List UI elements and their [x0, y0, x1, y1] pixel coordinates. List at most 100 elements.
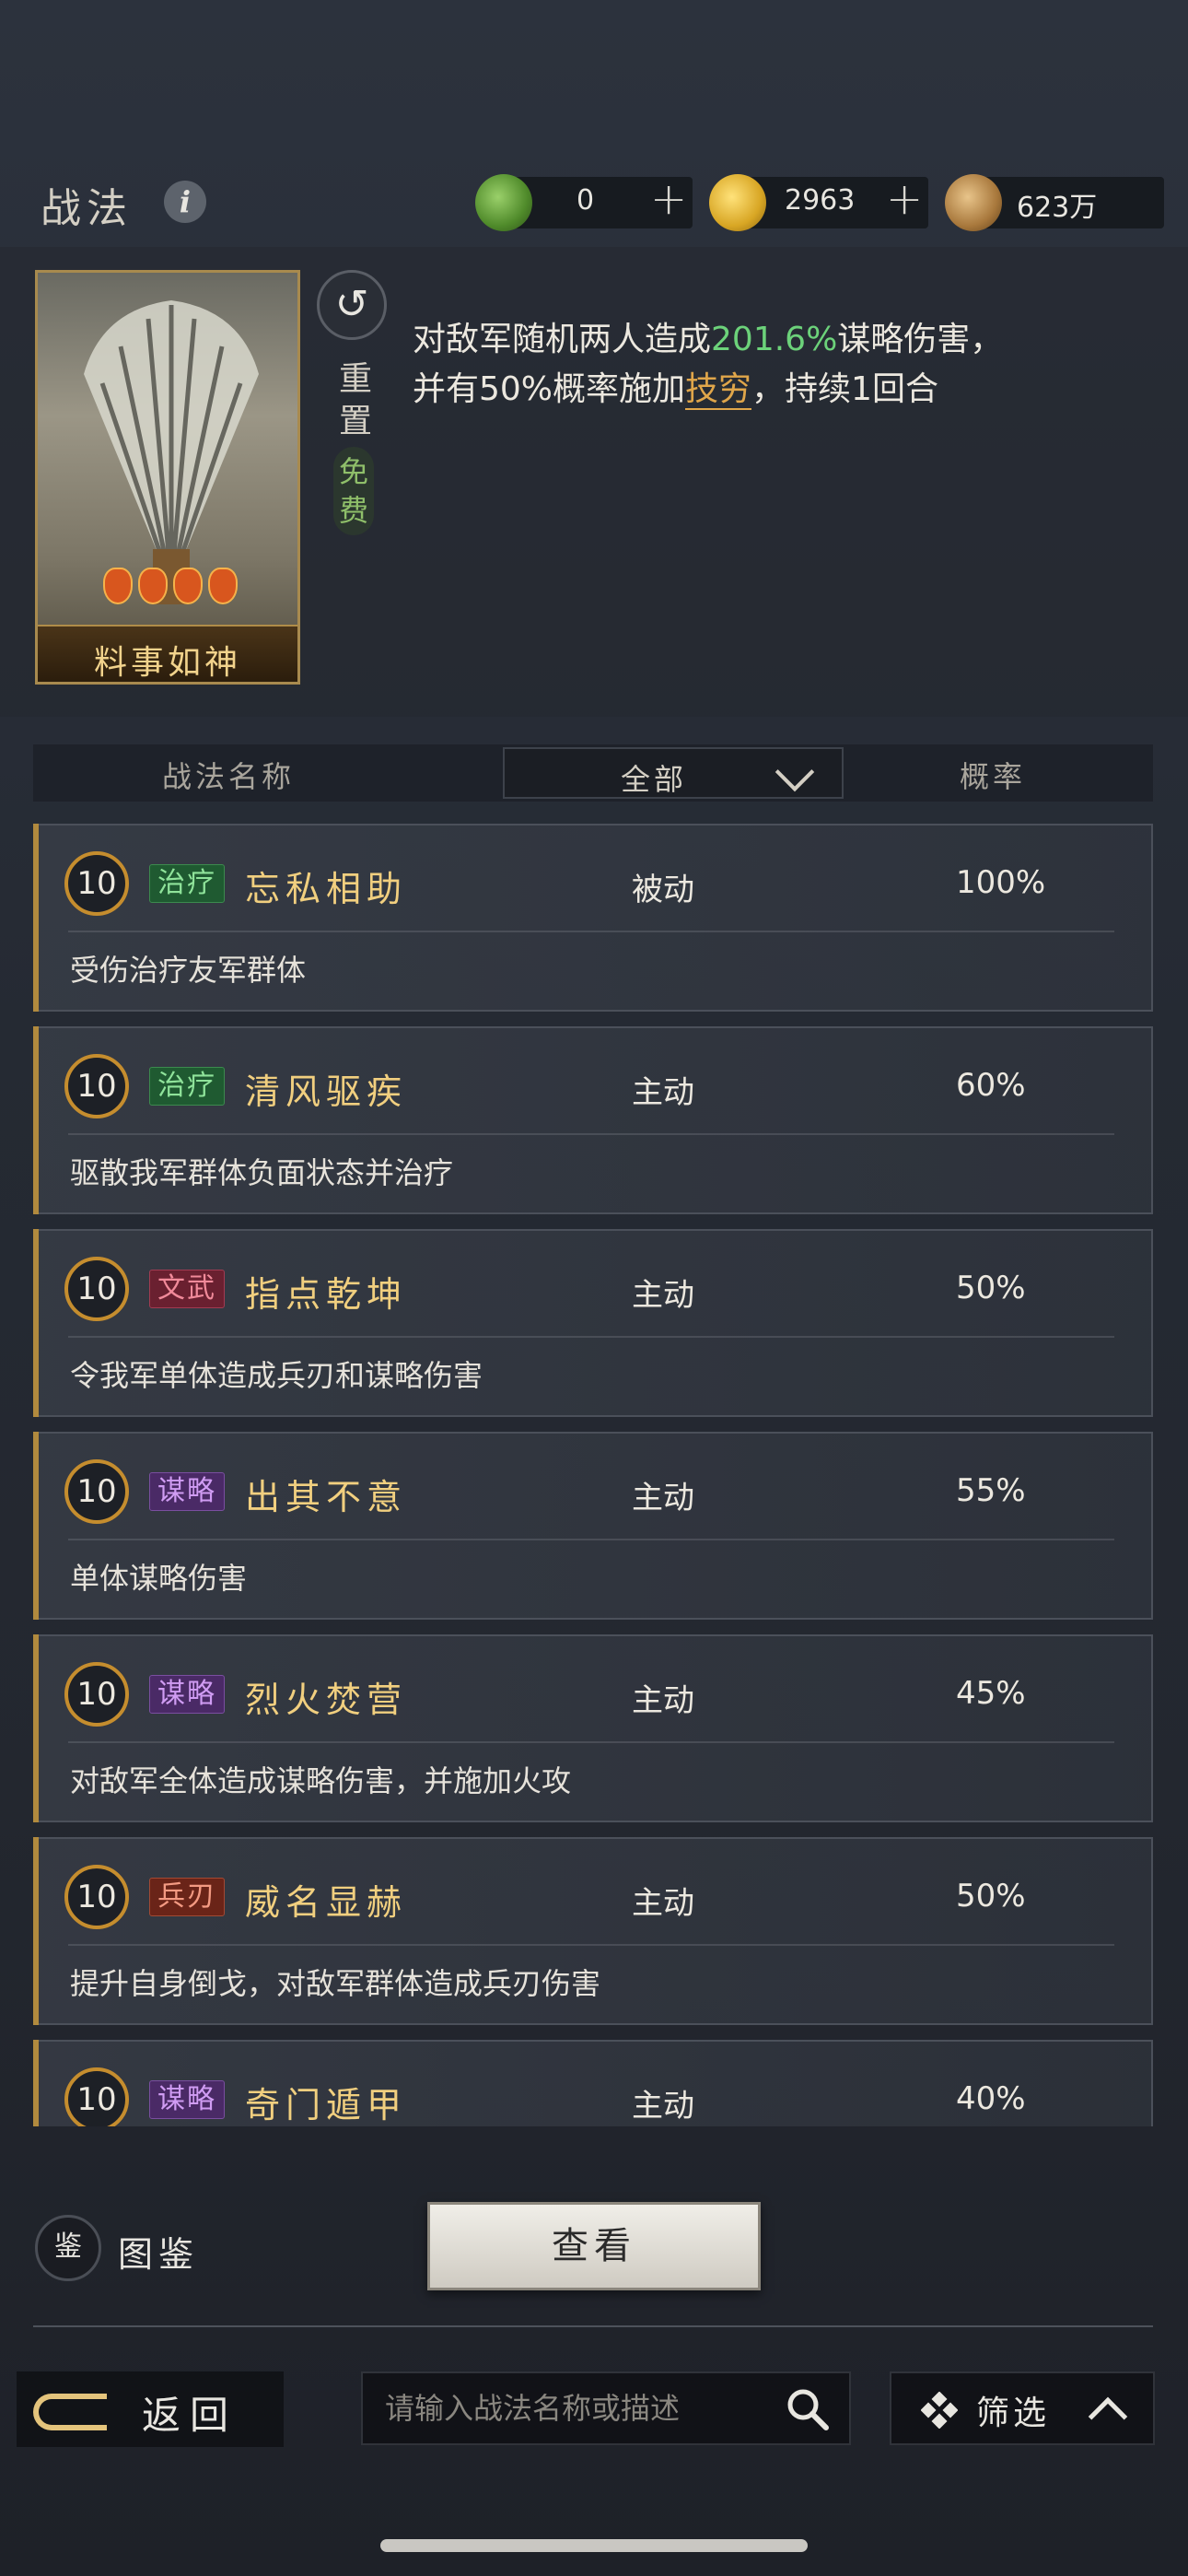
row-divider [68, 1539, 1114, 1540]
desc-line2-prefix: 并有50%概率施加 [413, 370, 686, 408]
skill-row[interactable]: 10 文武 指点乾坤 主动 50% 令我军单体造成兵刃和谋略伤害 [33, 1229, 1153, 1417]
row-divider [68, 1741, 1114, 1743]
atlas-label[interactable]: 图鉴 [118, 2226, 199, 2277]
skill-rate: 45% [956, 1675, 1026, 1712]
skill-desc: 受伤治疗友军群体 [70, 953, 307, 988]
skill-name: 威名显赫 [245, 1882, 408, 1923]
desc-percent: 201.6% [711, 321, 838, 358]
row-divider [68, 931, 1114, 932]
skill-rate: 40% [956, 2080, 1026, 2117]
desc-line2-suffix: ，持续1回合 [751, 370, 938, 408]
skill-type: 主动 [632, 1885, 694, 1922]
filter-diamond-icon [921, 2392, 958, 2429]
back-arrow-icon [33, 2394, 107, 2430]
skill-desc: 单体谋略伤害 [70, 1561, 248, 1596]
filter-label: 筛选 [976, 2395, 1051, 2432]
row-divider [68, 1944, 1114, 1946]
search-input[interactable] [385, 2384, 772, 2432]
skill-tag: 治疗 [149, 1067, 225, 1106]
filter-button[interactable]: 筛选 [890, 2371, 1155, 2445]
gold-icon [709, 174, 766, 231]
atlas-icon[interactable]: 鉴 [35, 2215, 101, 2281]
skill-tag: 文武 [149, 1270, 225, 1308]
skill-row[interactable]: 10 治疗 清风驱疾 主动 60% 驱散我军群体负面状态并治疗 [33, 1026, 1153, 1214]
jade-value: 0 [577, 184, 595, 217]
skill-row[interactable]: 10 兵刃 威名显赫 主动 50% 提升自身倒戈，对敌军群体造成兵刃伤害 [33, 1837, 1153, 2025]
skill-row[interactable]: 10 谋略 烈火焚营 主动 45% 对敌军全体造成谋略伤害，并施加火攻 [33, 1634, 1153, 1822]
skill-desc: 提升自身倒戈，对敌军群体造成兵刃伤害 [70, 1966, 601, 2001]
skill-row[interactable]: 10 治疗 忘私相助 被动 100% 受伤治疗友军群体 [33, 824, 1153, 1012]
info-icon[interactable]: i [164, 181, 206, 223]
skill-name: 出其不意 [245, 1477, 408, 1517]
skill-name: 烈火焚营 [245, 1680, 408, 1720]
skill-tag: 谋略 [149, 1675, 225, 1714]
gold-value: 2963 [785, 184, 856, 217]
skill-rate: 50% [956, 1878, 1026, 1914]
level-badge: 10 [64, 1257, 129, 1321]
copper-value: 623万 [1017, 192, 1098, 224]
skill-rate: 60% [956, 1067, 1026, 1104]
row-divider [68, 1133, 1114, 1135]
skill-tag: 治疗 [149, 864, 225, 903]
search-icon[interactable] [785, 2386, 831, 2432]
skill-card-name-bar: 料事如神 [38, 625, 297, 682]
skill-type: 主动 [632, 1074, 694, 1111]
skill-card: 料事如神 [35, 270, 300, 685]
skill-type: 主动 [632, 1277, 694, 1314]
skill-description: 对敌军随机两人造成201.6%谋略伤害， 并有50%概率施加技穷，持续1回合 [413, 315, 1149, 415]
free-label: 免费 [333, 447, 374, 535]
list-header: 战法名称 全部 概率 [33, 744, 1153, 802]
back-label: 返回 [142, 2393, 239, 2438]
skill-row[interactable]: 10 谋略 出其不意 主动 55% 单体谋略伤害 [33, 1432, 1153, 1620]
level-badge: 10 [64, 1459, 129, 1524]
jade-add-button[interactable]: + [650, 173, 687, 225]
category-filter-dropdown[interactable]: 全部 [503, 747, 844, 799]
home-indicator [380, 2539, 808, 2552]
jade-icon [475, 174, 532, 231]
chevron-down-icon [775, 752, 815, 792]
skill-card-name: 料事如神 [93, 644, 241, 682]
skill-desc: 对敌军全体造成谋略伤害，并施加火攻 [70, 1763, 572, 1798]
skill-row[interactable]: 10 谋略 奇门遁甲 主动 40% [33, 2040, 1153, 2126]
skill-name: 奇门遁甲 [245, 2085, 408, 2125]
chevron-up-icon [1088, 2396, 1128, 2437]
reset-label[interactable]: 重置 [337, 358, 374, 443]
skill-rate: 100% [956, 864, 1046, 901]
row-divider [68, 1336, 1114, 1338]
bottom-divider [33, 2325, 1153, 2327]
level-badge: 10 [64, 1054, 129, 1118]
reset-icon[interactable]: ↺ [317, 270, 387, 340]
desc-middle: 谋略伤害， [837, 321, 1004, 358]
page-title: 战法 [41, 185, 133, 232]
skill-desc: 驱散我军群体负面状态并治疗 [70, 1155, 454, 1190]
skill-type: 主动 [632, 2088, 694, 2125]
skill-name: 忘私相助 [245, 869, 408, 909]
column-name-header: 战法名称 [162, 759, 296, 794]
skill-tag: 谋略 [149, 1472, 225, 1511]
skill-name: 指点乾坤 [245, 1274, 408, 1315]
gold-add-button[interactable]: + [886, 173, 923, 225]
search-box[interactable] [361, 2371, 851, 2445]
desc-prefix: 对敌军随机两人造成 [413, 321, 712, 358]
view-button[interactable]: 查看 [427, 2202, 761, 2290]
skill-desc: 令我军单体造成兵刃和谋略伤害 [70, 1358, 483, 1393]
skill-tag: 兵刃 [149, 1878, 225, 1916]
copper-coin-icon [945, 174, 1002, 231]
level-badge: 10 [64, 851, 129, 916]
status-link[interactable]: 技穷 [685, 370, 752, 410]
back-button[interactable]: 返回 [17, 2371, 284, 2447]
skill-tag: 谋略 [149, 2080, 225, 2119]
column-rate-header: 概率 [960, 759, 1027, 794]
level-badge: 10 [64, 1662, 129, 1727]
skill-rate: 50% [956, 1270, 1026, 1306]
skill-list[interactable]: 10 治疗 忘私相助 被动 100% 受伤治疗友军群体 10 治疗 清风驱疾 主… [33, 818, 1155, 2126]
skill-type: 被动 [632, 872, 694, 908]
skill-rate: 55% [956, 1472, 1026, 1509]
feather-fan-icon [84, 300, 259, 604]
skill-type: 主动 [632, 1480, 694, 1516]
level-badge: 10 [64, 1865, 129, 1929]
reset-column[interactable]: ↺ 重置 免费 [317, 270, 389, 546]
skill-name: 清风驱疾 [245, 1071, 408, 1112]
skill-stars [97, 568, 244, 606]
category-filter-value: 全部 [621, 762, 688, 797]
